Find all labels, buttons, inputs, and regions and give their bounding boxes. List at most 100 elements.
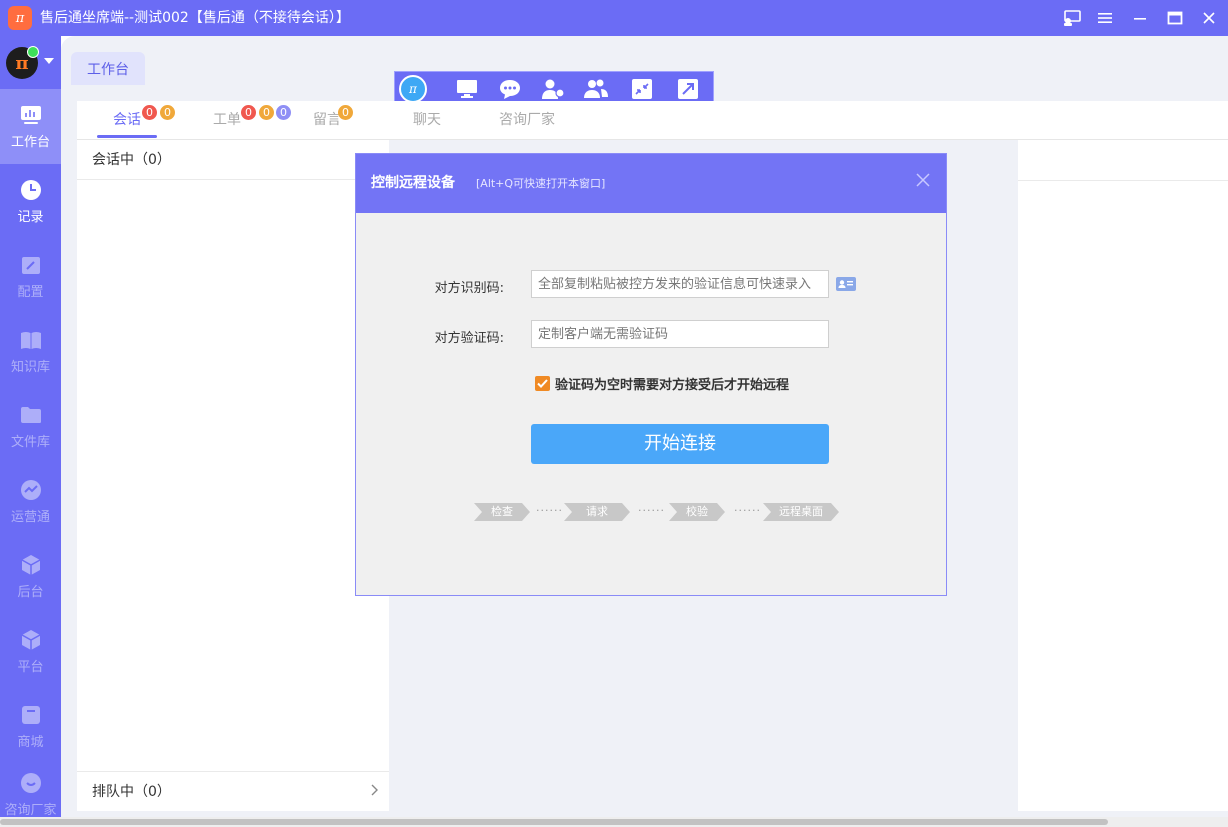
queue-label: 排队中（0） xyxy=(92,784,171,800)
step-check: 检查 xyxy=(474,503,530,521)
divider xyxy=(77,179,389,180)
verify-code-input[interactable] xyxy=(531,320,829,348)
tab-bar: 会话 0 0 工单 0 0 0 留言 0 聊天 咨询厂家 xyxy=(77,101,1228,140)
toolbar-logo-text: π xyxy=(409,82,417,96)
sidebar-item-knowledge[interactable]: 知识库 xyxy=(0,314,61,389)
shrink-icon[interactable] xyxy=(630,78,654,100)
in-session-header: 会话中（0） xyxy=(92,152,171,168)
window-title: 售后通坐席端--测试002【售后通（不接待会话）】 xyxy=(40,10,350,26)
divider xyxy=(1018,180,1228,181)
online-status-dot xyxy=(27,46,39,58)
tab-consult[interactable]: 咨询厂家 xyxy=(499,101,555,139)
horizontal-scrollbar[interactable] xyxy=(0,817,1228,827)
box-icon xyxy=(21,706,40,724)
tab-label: 聊天 xyxy=(413,112,441,128)
close-button[interactable] xyxy=(1197,6,1221,30)
sidebar-item-platform[interactable]: 平台 xyxy=(0,614,61,689)
id-card-icon[interactable] xyxy=(835,276,857,292)
cube-icon xyxy=(21,555,40,575)
chevron-right-icon[interactable] xyxy=(371,784,379,800)
dashboard-icon xyxy=(20,106,41,124)
code-label: 对方验证码: xyxy=(434,331,504,346)
caret-down-icon[interactable] xyxy=(44,58,54,64)
scrollbar-thumb[interactable] xyxy=(0,819,1108,825)
sidebar-item-label: 配置 xyxy=(17,285,44,300)
folder-icon xyxy=(20,407,41,423)
user-chat-icon[interactable] xyxy=(541,78,565,100)
sidebar-item-config[interactable]: 配置 xyxy=(0,239,61,314)
sidebar: π 工作台 记录 配置 知识库 文件库 运营通 后台 平台 商城 咨询厂家 xyxy=(0,36,61,827)
sidebar-item-label: 知识库 xyxy=(10,360,50,375)
tab-label: 咨询厂家 xyxy=(499,112,555,128)
queue-footer[interactable]: 排队中（0） xyxy=(77,771,389,812)
screen-share-icon[interactable] xyxy=(1060,6,1084,30)
id-label: 对方识别码: xyxy=(434,281,504,296)
accept-checkbox[interactable] xyxy=(535,376,550,391)
sidebar-item-label: 记录 xyxy=(17,210,44,225)
step-request: 请求 xyxy=(564,503,630,521)
badge-messages-orange: 0 xyxy=(338,105,353,120)
active-tab-indicator xyxy=(97,135,157,138)
minimize-button[interactable] xyxy=(1128,6,1152,30)
sidebar-item-label: 文件库 xyxy=(10,435,50,450)
sidebar-item-label: 商城 xyxy=(17,735,44,750)
sidebar-item-label: 平台 xyxy=(17,660,44,675)
right-panel xyxy=(1018,140,1228,811)
close-icon[interactable] xyxy=(913,172,933,192)
sidebar-item-files[interactable]: 文件库 xyxy=(0,389,61,464)
sidebar-item-label: 后台 xyxy=(17,585,44,600)
expand-arrow-icon[interactable] xyxy=(676,78,700,100)
step-dots: ······ xyxy=(638,504,665,517)
badge-workorder-purple: 0 xyxy=(276,105,291,120)
sidebar-item-label: 工作台 xyxy=(10,135,50,150)
sidebar-item-label: 运营通 xyxy=(10,510,50,525)
toolbar-logo[interactable]: π xyxy=(399,75,427,103)
step-dots: ······ xyxy=(536,504,563,517)
group-icon[interactable] xyxy=(584,78,608,100)
tab-session[interactable]: 会话 xyxy=(113,101,141,139)
config-icon xyxy=(21,257,40,274)
tab-workbench[interactable]: 工作台 xyxy=(71,52,145,85)
accept-checkbox-label[interactable]: 验证码为空时需要对方接受后才开始远程 xyxy=(555,374,789,393)
sidebar-item-mall[interactable]: 商城 xyxy=(0,689,61,764)
badge-workorder-red: 0 xyxy=(241,105,256,120)
remote-control-dialog: 控制远程设备 [Alt+Q可快速打开本窗口] 对方识别码: 对方验证码: 验证码… xyxy=(355,153,947,596)
session-list-panel: 会话中（0） 排队中（0） xyxy=(77,140,389,811)
smile-icon xyxy=(20,772,41,793)
remote-id-input[interactable] xyxy=(531,270,829,298)
step-verify: 校验 xyxy=(669,503,725,521)
tab-label: 工单 xyxy=(213,112,241,128)
tab-messages[interactable]: 留言 xyxy=(313,101,341,139)
dialog-title: 控制远程设备 xyxy=(371,175,455,191)
badge-workorder-orange: 0 xyxy=(259,105,274,120)
menu-icon[interactable] xyxy=(1093,6,1117,30)
maximize-button[interactable] xyxy=(1163,6,1187,30)
chart-icon xyxy=(20,480,41,500)
start-connect-button[interactable]: 开始连接 xyxy=(531,424,829,464)
step-remote-desktop: 远程桌面 xyxy=(763,503,839,521)
avatar-text: π xyxy=(15,52,29,74)
tab-label: 会话 xyxy=(113,112,141,128)
sidebar-item-label: 咨询厂家 xyxy=(4,802,57,818)
badge-session-red: 0 xyxy=(142,105,157,120)
title-bar: π 售后通坐席端--测试002【售后通（不接待会话）】 xyxy=(0,0,1228,36)
app-logo: π xyxy=(8,6,32,30)
sidebar-item-backend[interactable]: 后台 xyxy=(0,539,61,614)
clock-icon xyxy=(20,180,41,200)
tab-workorder[interactable]: 工单 xyxy=(213,101,241,139)
tab-label: 留言 xyxy=(313,112,341,128)
step-dots: ······ xyxy=(734,504,761,517)
cube-icon xyxy=(21,630,40,650)
dialog-header: 控制远程设备 [Alt+Q可快速打开本窗口] xyxy=(356,154,946,213)
chat-icon[interactable] xyxy=(498,78,522,100)
app-logo-text: π xyxy=(15,10,25,26)
tab-chat[interactable]: 聊天 xyxy=(413,101,441,139)
dialog-shortcut-hint: [Alt+Q可快速打开本窗口] xyxy=(476,177,606,190)
monitor-icon[interactable] xyxy=(455,78,479,100)
sidebar-item-operations[interactable]: 运营通 xyxy=(0,464,61,539)
sidebar-item-records[interactable]: 记录 xyxy=(0,164,61,239)
sidebar-item-consult[interactable]: 咨询厂家 xyxy=(0,764,61,824)
book-icon xyxy=(20,332,41,349)
badge-session-orange: 0 xyxy=(160,105,175,120)
sidebar-item-workbench[interactable]: 工作台 xyxy=(0,89,61,164)
